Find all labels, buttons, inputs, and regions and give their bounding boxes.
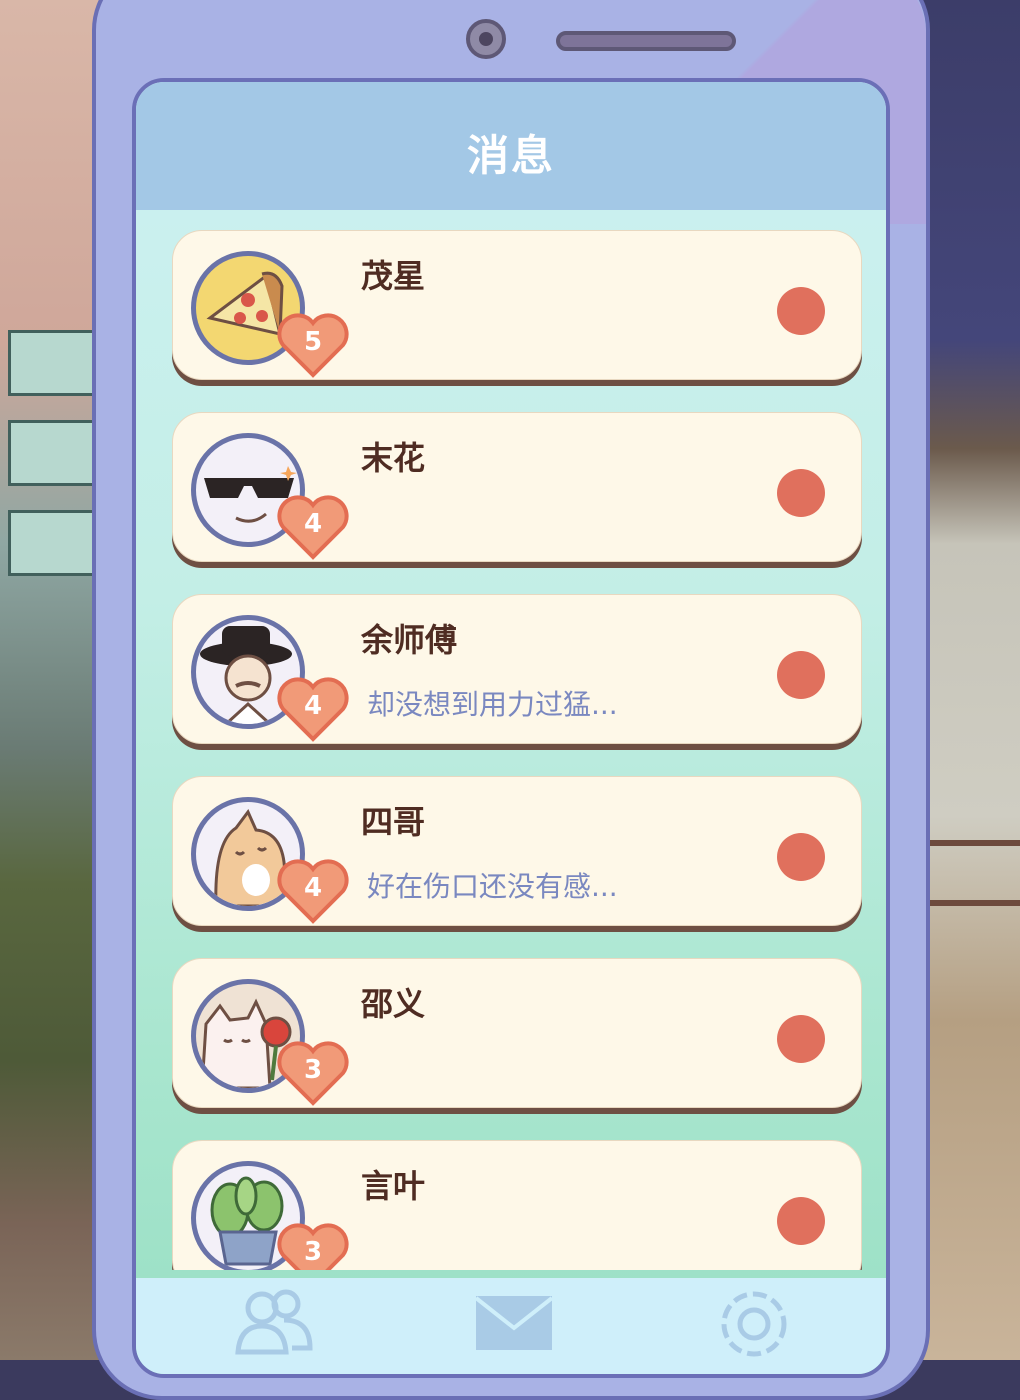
unread-dot	[777, 287, 825, 335]
unread-dot	[777, 651, 825, 699]
contact-name: 言叶	[361, 1167, 426, 1205]
camera-icon	[466, 19, 506, 59]
contact-row[interactable]: 4 末花	[172, 412, 862, 562]
contact-name: 茂星	[361, 257, 426, 295]
affection-level: 3	[303, 1055, 323, 1085]
affection-heart-icon: 4	[277, 857, 349, 925]
speaker-grille	[556, 31, 736, 51]
mail-icon[interactable]	[472, 1286, 556, 1360]
unread-dot	[777, 469, 825, 517]
screen-header: 消息	[136, 82, 886, 210]
contact-name: 余师傅	[361, 621, 458, 659]
phone-screen: 消息 5 茂星 4 末花 4 余师傅 却没想到用力过猛... 4 四哥 好在伤口…	[132, 78, 890, 1378]
contact-row[interactable]: 5 茂星	[172, 230, 862, 380]
unread-dot	[777, 1015, 825, 1063]
contact-row[interactable]: 4 余师傅 却没想到用力过猛...	[172, 594, 862, 744]
affection-level: 5	[303, 327, 323, 357]
message-preview: 却没想到用力过猛...	[367, 688, 618, 721]
page-title: 消息	[466, 131, 555, 180]
contacts-icon[interactable]	[232, 1286, 316, 1360]
flower-icon[interactable]	[712, 1286, 796, 1364]
affection-level: 3	[303, 1237, 323, 1267]
contact-row[interactable]: 3 邵义	[172, 958, 862, 1108]
bottom-tab-bar	[136, 1278, 886, 1374]
message-preview: 好在伤口还没有感...	[367, 870, 618, 903]
affection-level: 4	[303, 509, 323, 539]
contact-row[interactable]: 3 言叶	[172, 1140, 862, 1270]
affection-heart-icon: 4	[277, 675, 349, 743]
unread-dot	[777, 833, 825, 881]
contact-name: 四哥	[361, 803, 426, 841]
message-list[interactable]: 5 茂星 4 末花 4 余师傅 却没想到用力过猛... 4 四哥 好在伤口还没有…	[172, 230, 862, 1270]
affection-heart-icon: 4	[277, 493, 349, 561]
contact-name: 末花	[361, 439, 426, 477]
contact-name: 邵义	[361, 985, 426, 1023]
unread-dot	[777, 1197, 825, 1245]
affection-heart-icon: 5	[277, 311, 349, 379]
affection-level: 4	[303, 873, 323, 903]
affection-level: 4	[303, 691, 323, 721]
contact-row[interactable]: 4 四哥 好在伤口还没有感...	[172, 776, 862, 926]
affection-heart-icon: 3	[277, 1221, 349, 1270]
affection-heart-icon: 3	[277, 1039, 349, 1107]
